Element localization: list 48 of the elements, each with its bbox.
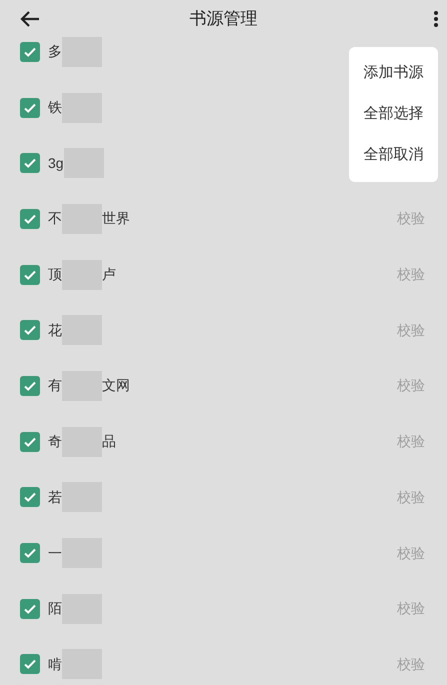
source-name: 花 — [48, 320, 62, 340]
page-title: 书源管理 — [190, 8, 258, 30]
checkbox[interactable] — [20, 432, 40, 452]
source-name: 3g — [48, 154, 64, 173]
checkbox[interactable] — [20, 598, 40, 619]
checkmark-icon — [23, 156, 37, 170]
source-name: 文网 — [102, 376, 130, 396]
menu-item[interactable]: 全部取消 — [349, 135, 438, 176]
checkbox[interactable] — [20, 654, 40, 674]
checkbox[interactable] — [20, 543, 40, 564]
source-name: 不 — [48, 209, 62, 228]
checkbox[interactable] — [20, 153, 40, 174]
verify-button[interactable]: 校验 — [397, 431, 425, 452]
back-arrow-icon[interactable] — [20, 10, 40, 28]
checkbox[interactable] — [20, 42, 40, 62]
verify-button[interactable]: 校验 — [397, 208, 425, 230]
source-name: 一 — [48, 544, 62, 563]
more-options-icon[interactable] — [433, 10, 439, 28]
checkbox[interactable] — [20, 208, 40, 229]
verify-button[interactable]: 校验 — [397, 598, 425, 620]
source-name: 品 — [102, 432, 116, 452]
checkbox[interactable] — [20, 264, 40, 285]
checkbox[interactable] — [20, 320, 40, 340]
verify-button[interactable]: 校验 — [397, 264, 425, 286]
checkmark-icon — [23, 490, 37, 504]
verify-button[interactable]: 校验 — [397, 320, 425, 341]
source-name: 铁 — [48, 98, 62, 118]
checkmark-icon — [23, 323, 37, 338]
checkbox[interactable] — [20, 376, 40, 396]
checkbox[interactable] — [20, 487, 40, 508]
source-name: 多 — [48, 42, 62, 62]
verify-button[interactable]: 校验 — [397, 542, 425, 564]
menu-item[interactable]: 全部选择 — [349, 94, 438, 135]
source-name: 有 — [48, 376, 62, 396]
source-name: 卢 — [102, 265, 116, 284]
source-name: 陌 — [48, 599, 62, 618]
checkmark-icon — [23, 657, 37, 672]
verify-button[interactable]: 校验 — [397, 654, 425, 675]
source-name: 顶 — [48, 265, 62, 284]
source-name: 若 — [48, 488, 62, 507]
source-name: 世界 — [102, 209, 130, 228]
checkmark-icon — [23, 546, 37, 560]
menu-item[interactable]: 添加书源 — [349, 53, 438, 94]
checkbox[interactable] — [20, 98, 40, 118]
verify-button[interactable]: 校验 — [397, 486, 425, 508]
source-name: 啃 — [48, 654, 62, 674]
source-name: 奇 — [48, 432, 62, 452]
verify-button[interactable]: 校验 — [397, 375, 425, 396]
